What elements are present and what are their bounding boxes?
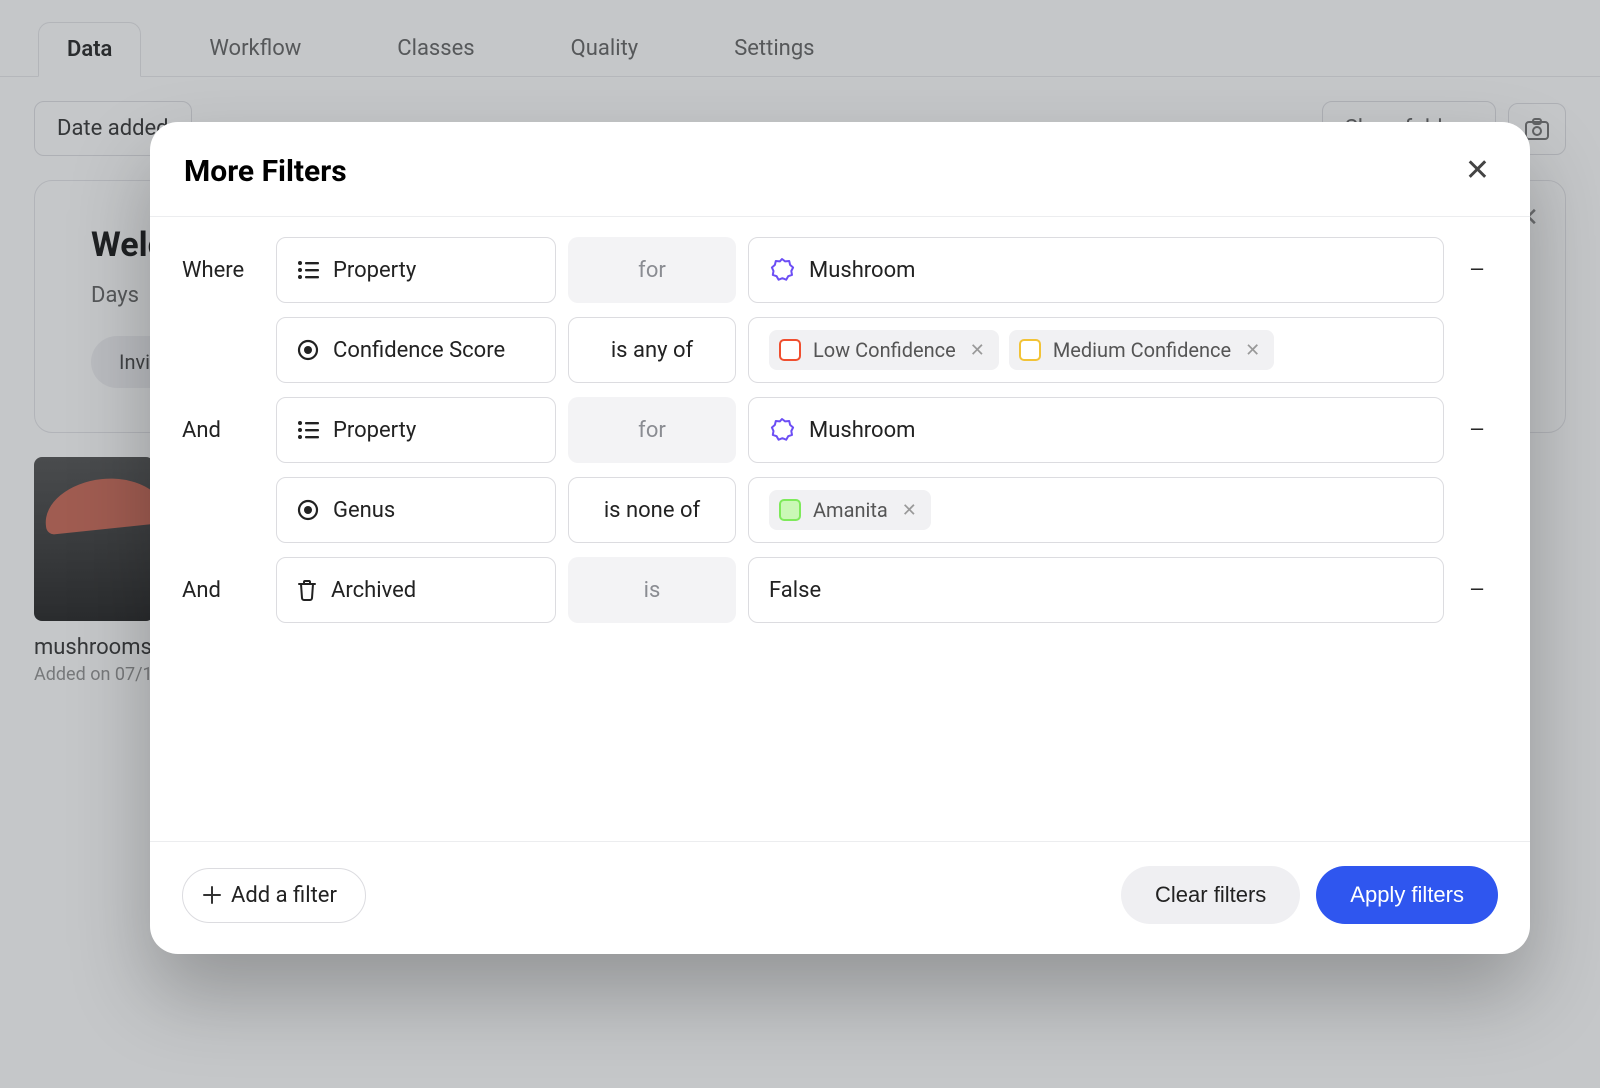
filter-field-select[interactable]: Property (276, 237, 556, 303)
filter-operator-label: is any of (611, 338, 693, 363)
filter-operator-select[interactable]: is any of (568, 317, 736, 383)
modal-header: More Filters ✕ (150, 122, 1530, 217)
chip-swatch (1019, 339, 1041, 361)
filter-operator-select[interactable]: for (568, 237, 736, 303)
filter-operator-label: for (638, 258, 666, 283)
chip-swatch (779, 499, 801, 521)
filter-value[interactable]: Mushroom (748, 237, 1444, 303)
filter-field-label: Archived (331, 578, 416, 603)
class-icon (769, 257, 795, 283)
filter-conjunction: And (182, 418, 264, 443)
filter-field-label: Property (333, 418, 416, 443)
filter-operator-select[interactable]: is (568, 557, 736, 623)
filter-row: Genus is none of Amanita ✕ (182, 477, 1498, 543)
remove-filter-button[interactable]: − (1456, 253, 1498, 288)
filter-field-select[interactable]: Archived (276, 557, 556, 623)
chip-remove-icon[interactable]: ✕ (1243, 340, 1262, 361)
filter-operator-select[interactable]: for (568, 397, 736, 463)
filter-row: Where Property for Mushroom − (182, 237, 1498, 303)
filter-group: And Archived is False − (182, 557, 1498, 623)
filter-operator-label: for (638, 418, 666, 443)
remove-filter-button[interactable]: − (1456, 573, 1498, 608)
add-filter-button[interactable]: Add a filter (182, 868, 366, 923)
filter-field-label: Genus (333, 498, 395, 523)
list-icon (297, 420, 319, 440)
filter-operator-label: is (644, 578, 661, 603)
remove-filter-button[interactable]: − (1456, 413, 1498, 448)
list-icon (297, 260, 319, 280)
filter-conjunction: Where (182, 258, 264, 283)
filter-operator-select[interactable]: is none of (568, 477, 736, 543)
class-icon (769, 417, 795, 443)
filter-field-label: Property (333, 258, 416, 283)
apply-filters-button[interactable]: Apply filters (1316, 866, 1498, 924)
chip-swatch (779, 339, 801, 361)
target-icon (297, 339, 319, 361)
clear-filters-button[interactable]: Clear filters (1121, 866, 1300, 924)
filter-value[interactable]: False (748, 557, 1444, 623)
filter-conjunction: And (182, 578, 264, 603)
filter-value[interactable]: Amanita ✕ (748, 477, 1444, 543)
close-icon[interactable]: ✕ (1459, 150, 1496, 192)
chip-label: Medium Confidence (1053, 338, 1231, 362)
chip-label: Low Confidence (813, 338, 956, 362)
modal-title: More Filters (184, 154, 347, 189)
filter-field-label: Confidence Score (333, 338, 505, 363)
chip-remove-icon[interactable]: ✕ (900, 500, 919, 521)
add-filter-label: Add a filter (231, 883, 337, 908)
filter-field-select[interactable]: Property (276, 397, 556, 463)
filter-value-text: Mushroom (809, 258, 915, 283)
more-filters-modal: More Filters ✕ Where Property for Mushroom −… (150, 122, 1530, 954)
target-icon (297, 499, 319, 521)
filter-value-text: False (769, 578, 821, 603)
filter-value[interactable]: Low Confidence ✕ Medium Confidence ✕ (748, 317, 1444, 383)
filter-row: Confidence Score is any of Low Confidence ✕… (182, 317, 1498, 383)
filter-group: Where Property for Mushroom − Confidence Scor… (182, 237, 1498, 383)
modal-footer: Add a filter Clear filters Apply filters (150, 841, 1530, 954)
filter-row: And Archived is False − (182, 557, 1498, 623)
filter-field-select[interactable]: Confidence Score (276, 317, 556, 383)
trash-icon (297, 579, 317, 601)
modal-body: Where Property for Mushroom − Confidence Scor… (150, 217, 1530, 841)
filter-row: And Property for Mushroom − (182, 397, 1498, 463)
filter-chip: Amanita ✕ (769, 490, 931, 530)
chip-label: Amanita (813, 498, 888, 522)
filter-operator-label: is none of (604, 498, 700, 523)
filter-value-text: Mushroom (809, 418, 915, 443)
filter-group: And Property for Mushroom − Genus is none of Am… (182, 397, 1498, 543)
filter-field-select[interactable]: Genus (276, 477, 556, 543)
filter-chip: Low Confidence ✕ (769, 330, 999, 370)
chip-remove-icon[interactable]: ✕ (968, 340, 987, 361)
filter-value[interactable]: Mushroom (748, 397, 1444, 463)
filter-chip: Medium Confidence ✕ (1009, 330, 1274, 370)
plus-icon (203, 886, 221, 904)
